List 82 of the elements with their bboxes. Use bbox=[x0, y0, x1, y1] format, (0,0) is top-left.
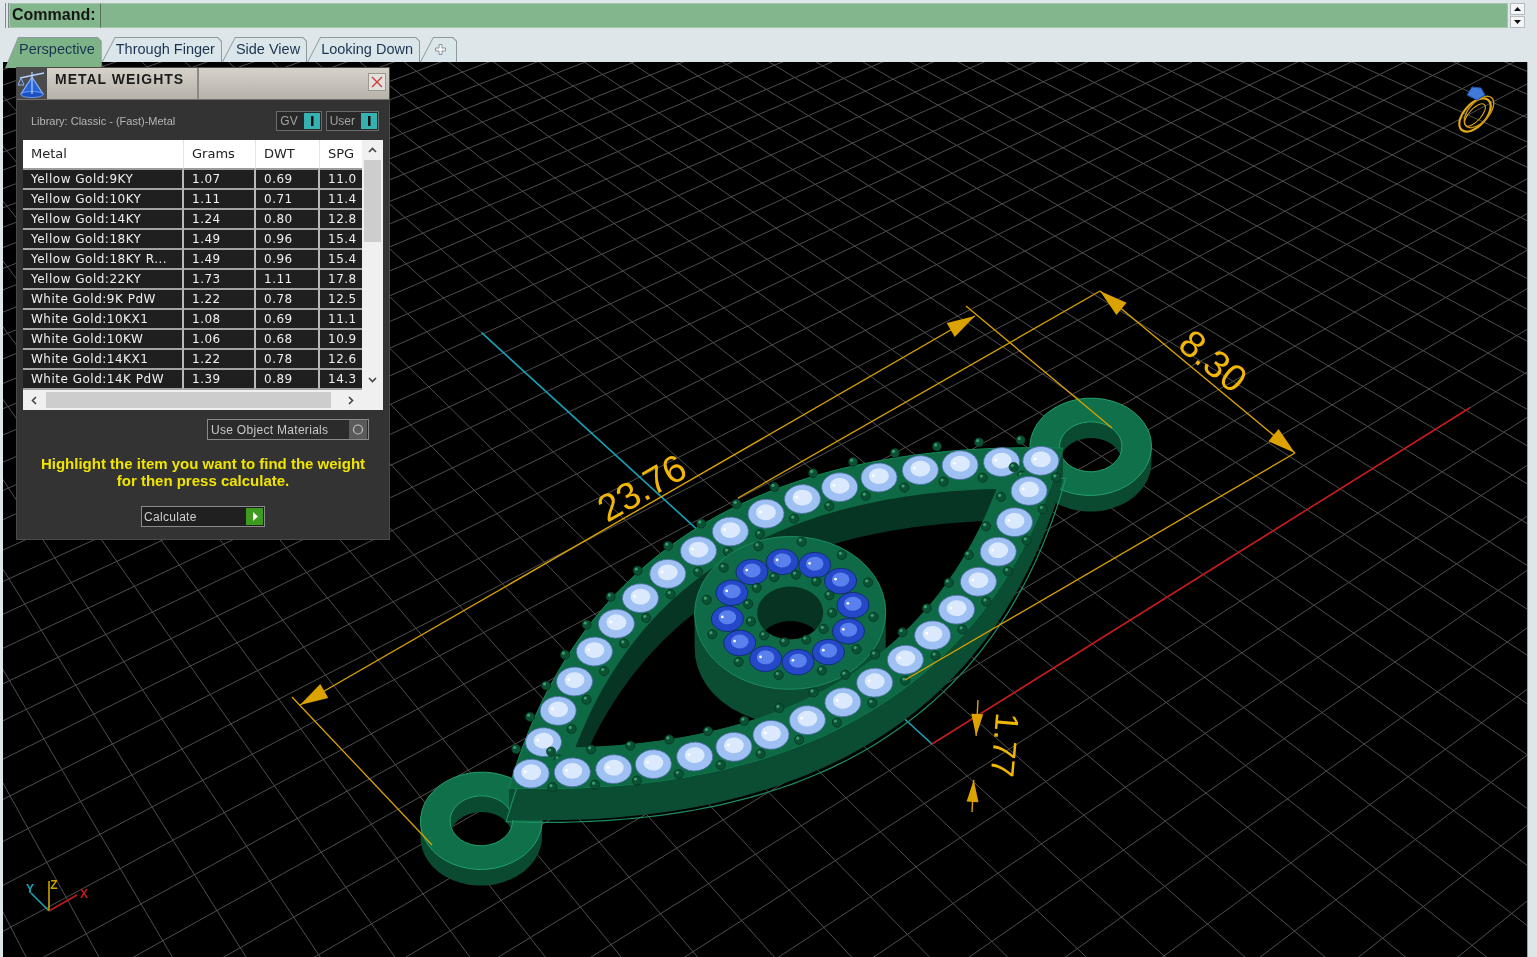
table-cell: 17.8 bbox=[320, 270, 362, 290]
table-cell: White Gold:10KW bbox=[23, 330, 184, 350]
scrollbar-thumb[interactable] bbox=[364, 160, 381, 242]
table-cell: 0.78 bbox=[256, 290, 320, 310]
chevron-right-icon[interactable] bbox=[348, 395, 354, 405]
chevron-up-icon[interactable] bbox=[368, 147, 377, 153]
toggle-button[interactable]: GV bbox=[276, 111, 322, 131]
table-cell: 1.11 bbox=[184, 190, 256, 210]
table-cell: 11.0 bbox=[320, 170, 362, 190]
view-tab[interactable]: Side View bbox=[221, 37, 308, 62]
table-cell: 15.4 bbox=[320, 230, 362, 250]
column-header[interactable]: Metal bbox=[23, 140, 184, 170]
axis-label: X bbox=[80, 887, 88, 901]
add-tab-button[interactable] bbox=[420, 37, 458, 62]
toggle-button[interactable]: User bbox=[325, 111, 379, 131]
table-cell: White Gold:10KX1 bbox=[23, 310, 184, 330]
spin-down-button[interactable] bbox=[1510, 16, 1525, 28]
axis-label: Z bbox=[50, 878, 58, 892]
table-cell: Yellow Gold:9KY bbox=[23, 170, 184, 190]
close-icon bbox=[371, 76, 383, 88]
table-cell: 11.1 bbox=[320, 310, 362, 330]
table-cell: 0.71 bbox=[256, 190, 320, 210]
column-header[interactable]: DWT bbox=[256, 140, 320, 170]
table-cell: 1.07 bbox=[184, 170, 256, 190]
table-cell: 1.49 bbox=[184, 230, 256, 250]
table-cell: 0.78 bbox=[256, 350, 320, 370]
panel-title: METAL WEIGHTS bbox=[47, 68, 199, 99]
library-label: Library: Classic - (Fast)-Metal bbox=[31, 113, 176, 129]
table-cell: 0.68 bbox=[256, 330, 320, 350]
table-cell: 14.3 bbox=[320, 370, 362, 390]
table-cell: White Gold:14K PdW bbox=[23, 370, 184, 390]
table-cell: White Gold:14KX1 bbox=[23, 350, 184, 370]
table-cell: 0.96 bbox=[256, 230, 320, 250]
close-button[interactable] bbox=[368, 73, 386, 91]
view-tab[interactable]: Perspective bbox=[5, 37, 102, 68]
chevron-left-icon[interactable] bbox=[31, 395, 37, 405]
table-cell: 1.49 bbox=[184, 250, 256, 270]
table-cell: 11.4 bbox=[320, 190, 362, 210]
table-cell: Yellow Gold:18KY R... bbox=[23, 250, 184, 270]
table-cell: 12.8 bbox=[320, 210, 362, 230]
ring-icon[interactable] bbox=[1458, 86, 1495, 133]
table-cell: 0.69 bbox=[256, 170, 320, 190]
use-object-materials-button[interactable]: Use Object Materials bbox=[207, 419, 369, 440]
chevron-down-icon[interactable] bbox=[368, 377, 377, 383]
table-cell: 12.6 bbox=[320, 350, 362, 370]
triangle-up-icon bbox=[1514, 7, 1521, 11]
table-cell: Yellow Gold:22KY bbox=[23, 270, 184, 290]
table-cell: 1.24 bbox=[184, 210, 256, 230]
table-cell: 0.96 bbox=[256, 250, 320, 270]
table-cell: 15.4 bbox=[320, 250, 362, 270]
table-cell: 1.73 bbox=[184, 270, 256, 290]
table-cell: 0.80 bbox=[256, 210, 320, 230]
table-cell: 10.9 bbox=[320, 330, 362, 350]
axis-label: Y bbox=[26, 882, 34, 896]
table-cell: White Gold:9K PdW bbox=[23, 290, 184, 310]
view-tab[interactable]: Looking Down bbox=[307, 37, 421, 62]
triangle-down-icon bbox=[1514, 20, 1521, 24]
table-cell: 1.11 bbox=[256, 270, 320, 290]
table-cell: 0.69 bbox=[256, 310, 320, 330]
table-cell: 1.06 bbox=[184, 330, 256, 350]
command-input[interactable] bbox=[99, 3, 1508, 28]
table-cell: Yellow Gold:10KY bbox=[23, 190, 184, 210]
spin-up-button[interactable] bbox=[1510, 3, 1525, 15]
command-label: Command: bbox=[9, 3, 100, 28]
table-cell: 0.89 bbox=[256, 370, 320, 390]
table-cell: Yellow Gold:18KY bbox=[23, 230, 184, 250]
table-cell: 1.22 bbox=[184, 290, 256, 310]
play-icon bbox=[246, 508, 263, 525]
instruction-text: Highlight the item you want to find the weight for then press calculate. bbox=[39, 455, 367, 489]
column-header[interactable]: SPG bbox=[320, 140, 362, 170]
table-cell: 1.08 bbox=[184, 310, 256, 330]
table-cell: Yellow Gold:14KY bbox=[23, 210, 184, 230]
calculate-button[interactable]: Calculate bbox=[141, 506, 265, 527]
view-tab[interactable]: Through Finger bbox=[101, 37, 222, 62]
table-cell: 1.22 bbox=[184, 350, 256, 370]
column-header[interactable]: Grams bbox=[184, 140, 256, 170]
plus-icon bbox=[435, 44, 447, 55]
dimension-label: 1.77 bbox=[983, 711, 1027, 779]
scrollbar-thumb[interactable] bbox=[46, 392, 331, 408]
table-cell: 12.5 bbox=[320, 290, 362, 310]
table-cell: 1.39 bbox=[184, 370, 256, 390]
dimension-label: 8.30 bbox=[1171, 321, 1255, 401]
